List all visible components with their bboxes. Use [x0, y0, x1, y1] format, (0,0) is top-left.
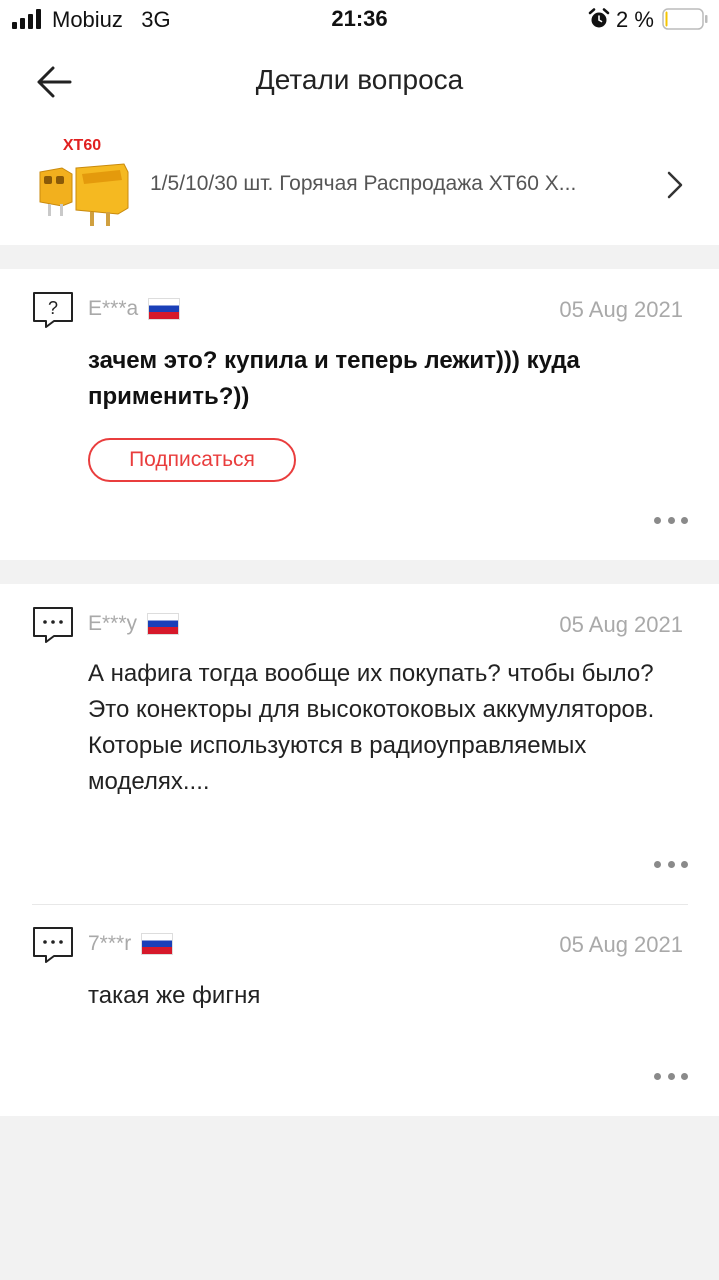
- more-dot-icon: [681, 516, 688, 524]
- chevron-right-icon: [667, 171, 683, 199]
- more-dot-icon: [667, 516, 675, 524]
- more-dot-icon: [681, 860, 688, 868]
- more-dot-icon: [667, 1072, 675, 1080]
- russia-flag-icon: [148, 298, 181, 320]
- page-title: Детали вопроса: [255, 64, 464, 95]
- question-author: E***a: [88, 297, 181, 321]
- question-bubble-icon: ?: [33, 292, 73, 328]
- comment-bubble-icon: [33, 607, 73, 643]
- alarm-icon: [588, 8, 610, 28]
- product-chevron[interactable]: [660, 168, 690, 202]
- answer-text: А нафига тогда вообще их покупать? чтобы…: [88, 660, 655, 795]
- answers-card: E***y 05 Aug 2021 А нафига тогда вообще …: [0, 584, 719, 1116]
- svg-text:?: ?: [48, 298, 58, 318]
- question-text: зачем это? купила и теперь лежит))) куда…: [88, 347, 580, 410]
- more-options-button[interactable]: [654, 1069, 688, 1083]
- answer-text: такая же фигня: [88, 982, 261, 1009]
- author-name: 7***r: [88, 932, 132, 955]
- more-dot-icon: [654, 860, 661, 868]
- answer-author: 7***r: [88, 932, 174, 956]
- author-name: E***y: [88, 612, 138, 635]
- product-title: 1/5/10/30 шт. Горячая Распродажа XT60 X.…: [150, 172, 577, 195]
- product-image-label: XT60: [63, 137, 101, 154]
- answer-author: E***y: [88, 612, 180, 636]
- question-date: 05 Aug 2021: [559, 297, 683, 322]
- answer-date: 05 Aug 2021: [559, 932, 683, 957]
- clock: 21:36: [331, 6, 388, 31]
- answer-date: 05 Aug 2021: [559, 612, 683, 637]
- more-dot-icon: [654, 1072, 661, 1080]
- more-dot-icon: [654, 516, 661, 524]
- battery-percent: 2 %: [616, 7, 654, 32]
- comment-bubble-icon: [33, 927, 73, 963]
- russia-flag-icon: [147, 613, 180, 635]
- battery-icon: [662, 8, 708, 30]
- author-name: E***a: [88, 297, 139, 320]
- more-options-button[interactable]: [654, 513, 688, 527]
- question-card: ? E***a 05 Aug 2021 зачем это? купила и …: [0, 269, 719, 560]
- subscribe-button[interactable]: Подписаться: [88, 438, 296, 482]
- answer-divider: [32, 904, 688, 905]
- more-options-button[interactable]: [654, 857, 688, 871]
- product-row[interactable]: XT60 1/5/10/30 шт. Горячая Распродажа XT…: [0, 124, 719, 245]
- product-image: XT60: [32, 134, 132, 234]
- more-dot-icon: [681, 1072, 688, 1080]
- status-bar: Mobiuz 3G 21:36 2 %: [0, 0, 719, 40]
- more-dot-icon: [667, 860, 675, 868]
- russia-flag-icon: [141, 933, 174, 955]
- app-header: Детали вопроса: [0, 40, 719, 124]
